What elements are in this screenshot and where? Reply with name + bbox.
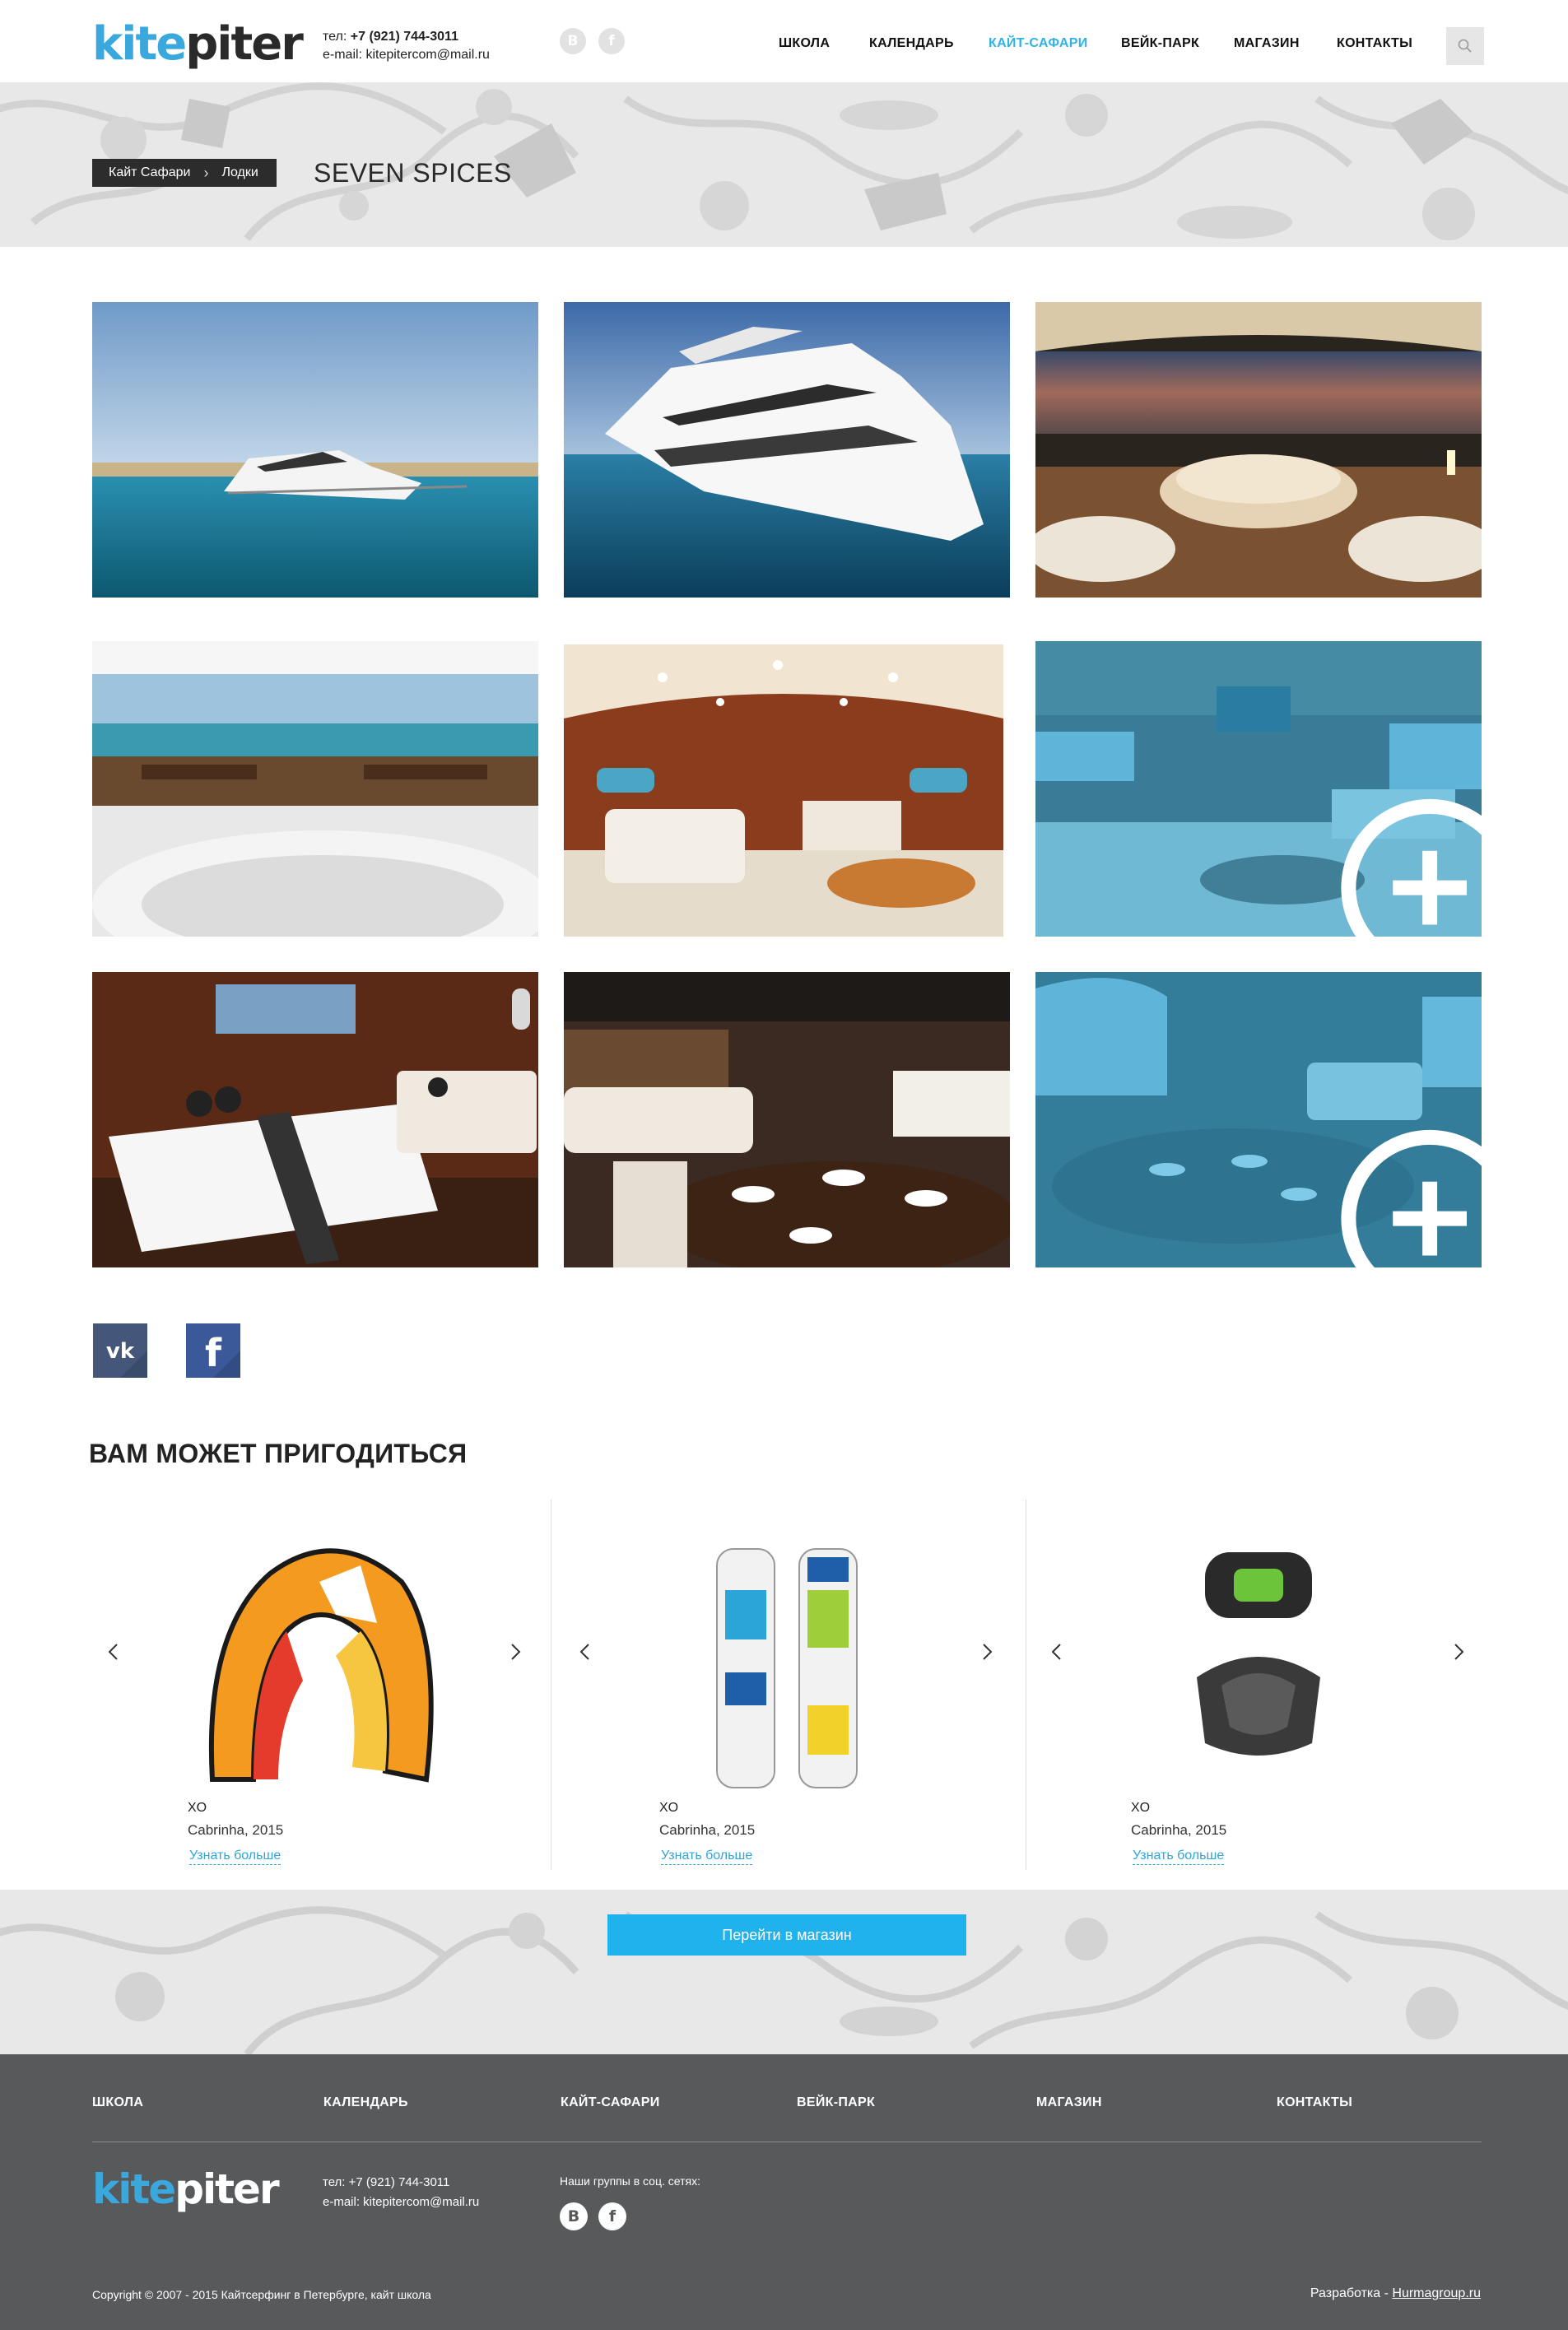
vk-icon[interactable]: В	[560, 28, 586, 54]
product-card-2: XO Cabrinha, 2015 Узнать больше	[552, 1500, 1023, 1870]
zoom-icon[interactable]	[1236, 1100, 1482, 1267]
nav-kite-safari[interactable]: КАЙТ-САФАРИ	[989, 36, 1088, 51]
footer-nav-wake-park[interactable]: ВЕЙК-ПАРК	[797, 2095, 875, 2110]
gallery-photo-3[interactable]	[1035, 302, 1482, 598]
gallery-photo-2[interactable]	[564, 302, 1010, 598]
section-title-recommended: ВАМ МОЖЕТ ПРИГОДИТЬСЯ	[89, 1439, 468, 1468]
share-facebook-button[interactable]: f	[186, 1323, 240, 1378]
product-card-1: XO Cabrinha, 2015 Узнать больше	[81, 1500, 551, 1870]
kiteboard-icon	[716, 1548, 858, 1788]
svg-text:f: f	[205, 1331, 222, 1375]
gallery-photo-6[interactable]	[1035, 641, 1482, 937]
product-more-link[interactable]: Узнать больше	[661, 1849, 753, 1865]
product-name: XO	[659, 1801, 679, 1815]
chevron-right-icon[interactable]	[1449, 1639, 1468, 1664]
facebook-icon: f	[186, 1323, 240, 1378]
phone-label: тел:	[323, 30, 347, 44]
product-name: XO	[1131, 1801, 1151, 1815]
nav-contacts[interactable]: КОНТАКТЫ	[1337, 36, 1412, 51]
share-vk-button[interactable]: vk	[93, 1323, 147, 1378]
dining-salon	[564, 972, 1010, 1267]
nav-school[interactable]: ШКОЛА	[779, 36, 830, 51]
product-card-3: XO Cabrinha, 2015 Узнать больше	[1024, 1500, 1495, 1870]
gallery-photo-5[interactable]	[564, 644, 1003, 937]
chevron-right-icon[interactable]	[505, 1639, 525, 1664]
gallery-photo-8[interactable]	[564, 972, 1010, 1267]
zoom-icon[interactable]	[1236, 770, 1482, 937]
product-brand: Cabrinha, 2015	[659, 1822, 756, 1838]
chevron-left-icon[interactable]	[1047, 1639, 1067, 1664]
product-brand: Cabrinha, 2015	[188, 1822, 284, 1838]
product-name: XO	[188, 1801, 207, 1815]
shop-banner: Перейти в магазин	[0, 1890, 1568, 2054]
gallery-photo-4[interactable]	[92, 641, 538, 937]
facebook-icon[interactable]: f	[598, 2202, 626, 2230]
nav-calendar[interactable]: КАЛЕНДАРЬ	[869, 36, 954, 51]
developer-credit: Разработка - Hurmagroup.ru	[1310, 2286, 1481, 2300]
kite-icon	[208, 1548, 434, 1783]
gallery-photo-7[interactable]	[92, 972, 538, 1267]
header-email[interactable]: e-mail: kitepitercom@mail.ru	[323, 46, 490, 64]
gallery-photo-1[interactable]	[92, 302, 538, 598]
copyright: Copyright © 2007 - 2015 Кайтсерфинг в Пе…	[92, 2288, 431, 2301]
gallery-photo-9[interactable]	[1035, 972, 1482, 1267]
breadcrumb: Кайт Сафари › Лодки	[92, 159, 277, 187]
chevron-right-icon: ›	[203, 164, 209, 181]
footer-nav-shop[interactable]: МАГАЗИН	[1036, 2095, 1102, 2110]
svg-text:vk: vk	[106, 1339, 135, 1364]
site-header: kitepiter тел: +7 (921) 744-3011 e-mail:…	[0, 0, 1568, 82]
search-icon	[1458, 39, 1472, 53]
breadcrumb-kite-safari[interactable]: Кайт Сафари	[109, 165, 190, 180]
header-contacts: тел: +7 (921) 744-3011 e-mail: kitepiter…	[323, 28, 490, 64]
jacuzzi-deck-night	[1035, 302, 1482, 598]
page-title: SEVEN SPICES	[314, 158, 512, 188]
developer-link[interactable]: Hurmagroup.ru	[1392, 2286, 1481, 2300]
bedroom	[92, 972, 538, 1267]
site-footer: ШКОЛА КАЛЕНДАРЬ КАЙТ-САФАРИ ВЕЙК-ПАРК МА…	[0, 2054, 1568, 2330]
footer-phone[interactable]: тел: +7 (921) 744-3011	[323, 2173, 479, 2193]
footer-nav-school[interactable]: ШКОЛА	[92, 2095, 143, 2110]
chevron-right-icon[interactable]	[977, 1639, 997, 1664]
vk-icon: vk	[93, 1323, 147, 1378]
product-more-link[interactable]: Узнать больше	[1133, 1849, 1225, 1865]
footer-contacts: тел: +7 (921) 744-3011 e-mail: kitepiter…	[323, 2173, 479, 2212]
chevron-left-icon[interactable]	[104, 1639, 123, 1664]
page-banner: Кайт Сафари › Лодки SEVEN SPICES	[0, 82, 1568, 247]
header-phone[interactable]: +7 (921) 744-3011	[351, 30, 458, 44]
site-logo[interactable]: kitepiter	[92, 21, 304, 67]
harness-icon	[1197, 1552, 1320, 1756]
yacht-exterior-near	[564, 302, 1010, 598]
footer-nav-calendar[interactable]: КАЛЕНДАРЬ	[323, 2095, 408, 2110]
facebook-icon[interactable]: f	[598, 28, 625, 54]
go-to-shop-button[interactable]: Перейти в магазин	[607, 1914, 966, 1956]
nav-shop[interactable]: МАГАЗИН	[1234, 36, 1300, 51]
salon-wood	[564, 644, 1003, 937]
product-brand: Cabrinha, 2015	[1131, 1822, 1227, 1838]
product-more-link[interactable]: Узнать больше	[189, 1849, 281, 1865]
deck-jacuzzi-seating	[92, 641, 538, 937]
footer-groups-label: Наши группы в соц. сетях:	[560, 2174, 700, 2188]
footer-email[interactable]: e-mail: kitepitercom@mail.ru	[323, 2193, 479, 2212]
breadcrumb-boats[interactable]: Лодки	[221, 165, 258, 180]
yacht-exterior-far	[92, 302, 538, 598]
nav-wake-park[interactable]: ВЕЙК-ПАРК	[1121, 36, 1199, 51]
footer-logo[interactable]: kitepiter	[92, 2166, 280, 2212]
footer-nav-kite-safari[interactable]: КАЙТ-САФАРИ	[561, 2095, 660, 2110]
chevron-left-icon[interactable]	[575, 1639, 595, 1664]
footer-nav-contacts[interactable]: КОНТАКТЫ	[1277, 2095, 1352, 2110]
vk-icon[interactable]: В	[560, 2202, 588, 2230]
search-button[interactable]	[1446, 27, 1484, 65]
